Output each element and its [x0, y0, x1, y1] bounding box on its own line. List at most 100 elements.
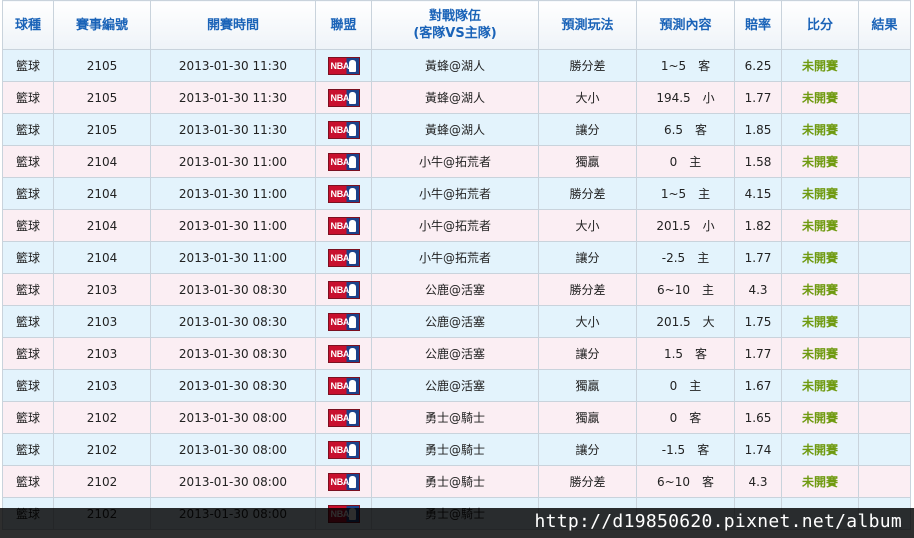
cell-league: NBA	[315, 145, 372, 178]
nba-logo-icon: NBA	[327, 88, 360, 107]
cell-prediction: 1.5 客	[636, 337, 735, 370]
header-teams-line2: (客隊VS主隊)	[413, 26, 497, 41]
table-row: 籃球 2104 2013-01-30 11:00 NBA 小牛@拓荒者 讓分 -2.5 主1…	[2, 241, 911, 274]
cell-game-no: 2104	[53, 177, 151, 210]
table-row: 籃球 2105 2013-01-30 11:30 NBA 黃蜂@湖人 讓分 6.5 客 1.8…	[2, 113, 911, 146]
cell-bet-type: 大小	[538, 305, 637, 338]
cell-start-time: 2013-01-30 08:30	[150, 337, 316, 370]
cell-odds: 1.58	[734, 145, 782, 178]
cell-score: 未開賽	[781, 401, 859, 434]
cell-matchup: 勇士@騎士	[371, 465, 539, 498]
table-row: 籃球 2102 2013-01-30 08:00 NBA 勇士@騎士 勝分差 6~10 客4…	[2, 465, 911, 498]
cell-start-time: 2013-01-30 11:30	[150, 113, 316, 146]
cell-sport: 籃球	[2, 81, 54, 114]
cell-odds: 1.82	[734, 209, 782, 242]
cell-game-no: 2102	[53, 465, 151, 498]
cell-odds: 1.77	[734, 241, 782, 274]
cell-sport: 籃球	[2, 465, 54, 498]
nba-logo-icon: NBA	[327, 344, 360, 363]
cell-score: 未開賽	[781, 337, 859, 370]
cell-league: NBA	[315, 369, 372, 402]
header-league: 聯盟	[315, 0, 372, 50]
cell-matchup: 公鹿@活塞	[371, 369, 539, 402]
cell-score: 未開賽	[781, 49, 859, 82]
cell-result	[858, 49, 911, 82]
cell-result	[858, 209, 911, 242]
nba-logo-text: NBA	[330, 188, 350, 199]
table-row: 籃球 2104 2013-01-30 11:00 NBA 小牛@拓荒者 勝分差 1~5 主4…	[2, 177, 911, 210]
cell-sport: 籃球	[2, 209, 54, 242]
cell-result	[858, 145, 911, 178]
cell-game-no: 2103	[53, 305, 151, 338]
nba-logo-text: NBA	[330, 284, 350, 295]
cell-prediction: -2.5 主	[636, 241, 735, 274]
cell-start-time: 2013-01-30 08:00	[150, 433, 316, 466]
cell-sport: 籃球	[2, 401, 54, 434]
header-prediction: 預測內容	[636, 0, 735, 50]
cell-bet-type: 獨贏	[538, 369, 637, 402]
table-row: 籃球 2105 2013-01-30 11:30 NBA 黃蜂@湖人 大小 194.5 小1…	[2, 81, 911, 114]
cell-odds: 1.65	[734, 401, 782, 434]
nba-player-silhouette-icon	[348, 283, 356, 296]
cell-sport: 籃球	[2, 49, 54, 82]
cell-matchup: 公鹿@活塞	[371, 305, 539, 338]
cell-prediction: 1~5 客	[636, 49, 735, 82]
cell-matchup: 公鹿@活塞	[371, 273, 539, 306]
cell-start-time: 2013-01-30 11:30	[150, 81, 316, 114]
cell-sport: 籃球	[2, 433, 54, 466]
cell-bet-type: 讓分	[538, 337, 637, 370]
cell-bet-type: 勝分差	[538, 49, 637, 82]
nba-logo-icon: NBA	[327, 120, 360, 139]
cell-sport: 籃球	[2, 241, 54, 274]
cell-sport: 籃球	[2, 113, 54, 146]
cell-prediction: 1~5 主	[636, 177, 735, 210]
header-teams: 對戰隊伍 (客隊VS主隊)	[371, 0, 539, 50]
nba-logo-text: NBA	[330, 444, 350, 455]
cell-league: NBA	[315, 337, 372, 370]
cell-bet-type: 勝分差	[538, 465, 637, 498]
header-game-no: 賽事編號	[53, 0, 151, 50]
cell-bet-type: 讓分	[538, 241, 637, 274]
nba-logo-icon: NBA	[327, 184, 360, 203]
table-row: 籃球 2103 2013-01-30 08:30 NBA 公鹿@活塞 大小 201.5 大1…	[2, 305, 911, 338]
cell-start-time: 2013-01-30 08:00	[150, 465, 316, 498]
cell-odds: 1.85	[734, 113, 782, 146]
cell-result	[858, 465, 911, 498]
table-row: 籃球 2104 2013-01-30 11:00 NBA 小牛@拓荒者 獨贏 0 主 1.58…	[2, 145, 911, 178]
table-row: 籃球 2104 2013-01-30 11:00 NBA 小牛@拓荒者 大小 201.5 小…	[2, 209, 911, 242]
cell-game-no: 2105	[53, 113, 151, 146]
table-row: 籃球 2105 2013-01-30 11:30 NBA 黃蜂@湖人 勝分差 1~5 客 6.…	[2, 49, 911, 82]
cell-matchup: 小牛@拓荒者	[371, 209, 539, 242]
nba-player-silhouette-icon	[348, 475, 356, 488]
cell-game-no: 2104	[53, 241, 151, 274]
nba-logo-icon: NBA	[327, 408, 360, 427]
table-row: 籃球 2102 2013-01-30 08:00 NBA 勇士@騎士 讓分 -1.5 客 1.…	[2, 433, 911, 466]
cell-sport: 籃球	[2, 273, 54, 306]
cell-score: 未開賽	[781, 113, 859, 146]
cell-prediction: 194.5 小	[636, 81, 735, 114]
cell-score: 未開賽	[781, 305, 859, 338]
cell-start-time: 2013-01-30 08:30	[150, 305, 316, 338]
header-teams-line1: 對戰隊伍	[428, 9, 481, 24]
cell-game-no: 2102	[53, 401, 151, 434]
cell-start-time: 2013-01-30 11:00	[150, 177, 316, 210]
nba-logo-text: NBA	[330, 124, 350, 135]
cell-bet-type: 讓分	[538, 113, 637, 146]
nba-logo-text: NBA	[330, 252, 350, 263]
header-bet-type: 預測玩法	[538, 0, 637, 50]
cell-prediction: -1.5 客	[636, 433, 735, 466]
cell-bet-type: 獨贏	[538, 401, 637, 434]
cell-start-time: 2013-01-30 11:30	[150, 49, 316, 82]
table-header-row: 球種 賽事編號 開賽時間 聯盟 對戰隊伍 (客隊VS主隊) 預測玩法 預測內容 賠…	[2, 0, 911, 50]
cell-league: NBA	[315, 177, 372, 210]
cell-result	[858, 113, 911, 146]
nba-player-silhouette-icon	[348, 347, 356, 360]
cell-league: NBA	[315, 49, 372, 82]
cell-result	[858, 273, 911, 306]
cell-odds: 4.15	[734, 177, 782, 210]
cell-sport: 籃球	[2, 337, 54, 370]
cell-league: NBA	[315, 401, 372, 434]
header-sport: 球種	[2, 0, 54, 50]
nba-player-silhouette-icon	[348, 251, 356, 264]
cell-matchup: 公鹿@活塞	[371, 337, 539, 370]
